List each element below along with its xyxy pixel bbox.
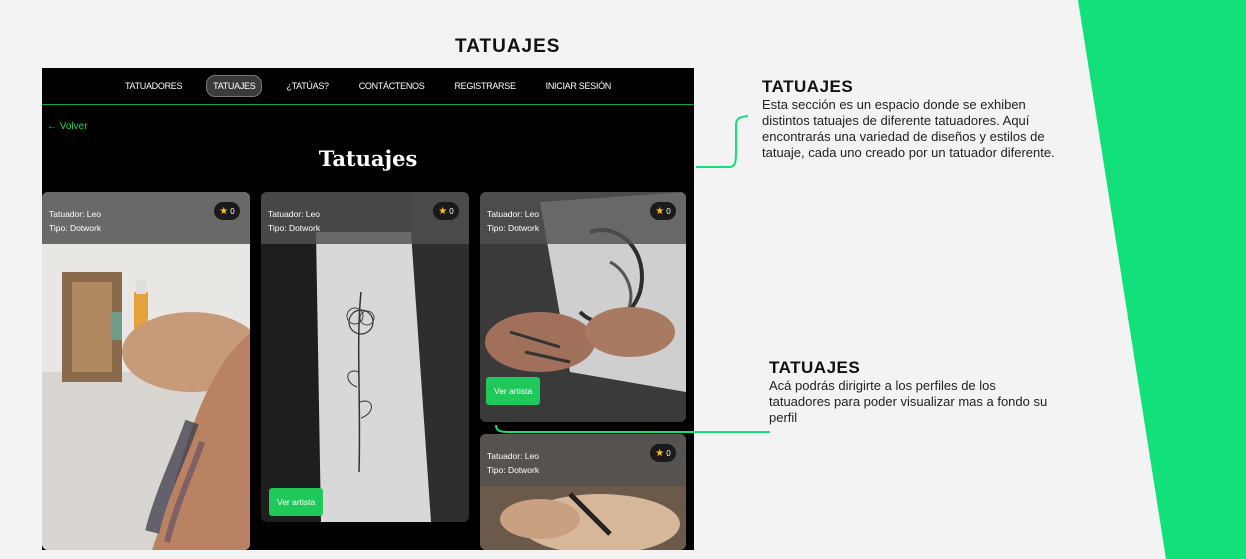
- star-rating-badge[interactable]: ★ 0: [433, 202, 459, 220]
- star-rating-badge[interactable]: ★ 0: [650, 202, 676, 220]
- top-nav: TATUADORES TATUAJES ¿TATÚAS? CONTÁCTENOS…: [42, 68, 694, 105]
- star-rating-badge[interactable]: ★ 0: [650, 444, 676, 462]
- annotation-title: TATUAJES: [762, 77, 854, 96]
- annotation-text: Esta sección es un espacio donde se exhi…: [762, 97, 1055, 160]
- back-label: Volver: [59, 121, 88, 132]
- card-header: Tatuador: Leo Tipo: Dotwork ★ 0: [480, 192, 686, 244]
- card-artist: Tatuador: Leo: [487, 451, 539, 461]
- card-header: Tatuador: Leo Tipo: Dotwork ★ 0: [42, 192, 250, 244]
- star-icon: ★: [655, 205, 665, 217]
- ver-artista-button[interactable]: Ver artista: [269, 488, 324, 516]
- nav-item-tatuas[interactable]: ¿TATÚAS?: [280, 76, 334, 96]
- star-count: 0: [666, 448, 671, 458]
- tattoo-card: Tatuador: Leo Tipo: Dotwork ★ 0: [42, 192, 250, 550]
- tattoo-card: Tatuador: Leo Tipo: Dotwork ★ 0 Ver arti…: [480, 192, 686, 422]
- star-count: 0: [666, 206, 671, 216]
- nav-item-registrarse[interactable]: REGISTRARSE: [448, 76, 521, 96]
- ver-artista-button[interactable]: Ver artista: [486, 377, 541, 405]
- star-count: 0: [230, 206, 235, 216]
- arrow-left-icon: ←: [47, 121, 57, 132]
- star-rating-badge[interactable]: ★ 0: [214, 202, 240, 220]
- app-screenshot: TATUADORES TATUAJES ¿TATÚAS? CONTÁCTENOS…: [42, 68, 694, 550]
- nav-item-tatuadores[interactable]: TATUADORES: [119, 76, 188, 96]
- card-artist: Tatuador: Leo: [49, 209, 101, 219]
- annotation-title: TATUAJES: [769, 358, 861, 377]
- tattoo-card: Tatuador: Leo Tipo: Dotwork ★ 0 Ver arti…: [261, 192, 469, 522]
- annotation-text: Acá podrás dirigirte a los perfiles de l…: [769, 378, 1048, 425]
- card-type: Tipo: Dotwork: [268, 223, 321, 233]
- card-type: Tipo: Dotwork: [487, 465, 540, 475]
- star-icon: ★: [438, 205, 448, 217]
- page-title: Tatuajes: [318, 146, 418, 171]
- nav-item-iniciar-sesion[interactable]: INICIAR SESIÓN: [540, 76, 617, 96]
- tattoo-card: Tatuador: Leo Tipo: Dotwork ★ 0: [480, 434, 686, 550]
- green-accent-shape: [1066, 0, 1246, 559]
- card-artist: Tatuador: Leo: [487, 209, 539, 219]
- card-header: Tatuador: Leo Tipo: Dotwork ★ 0: [480, 434, 686, 486]
- slide-title: TATUAJES: [455, 36, 561, 57]
- arm-tattoo-photo: [42, 192, 250, 550]
- back-link[interactable]: ← Volver: [47, 121, 88, 132]
- star-icon: ★: [655, 447, 665, 459]
- annotation-2: TATUAJES Acá podrás dirigirte a los perf…: [769, 358, 1059, 426]
- nav-item-contactenos[interactable]: CONTÁCTENOS: [353, 76, 431, 96]
- card-type: Tipo: Dotwork: [487, 223, 540, 233]
- star-count: 0: [449, 206, 454, 216]
- card-artist: Tatuador: Leo: [268, 209, 320, 219]
- card-type: Tipo: Dotwork: [49, 223, 102, 233]
- nav-item-tatuajes[interactable]: TATUAJES: [206, 75, 263, 97]
- annotation-1: TATUAJES Esta sección es un espacio dond…: [762, 77, 1062, 161]
- card-header: Tatuador: Leo Tipo: Dotwork ★ 0: [261, 192, 469, 244]
- star-icon: ★: [219, 205, 229, 217]
